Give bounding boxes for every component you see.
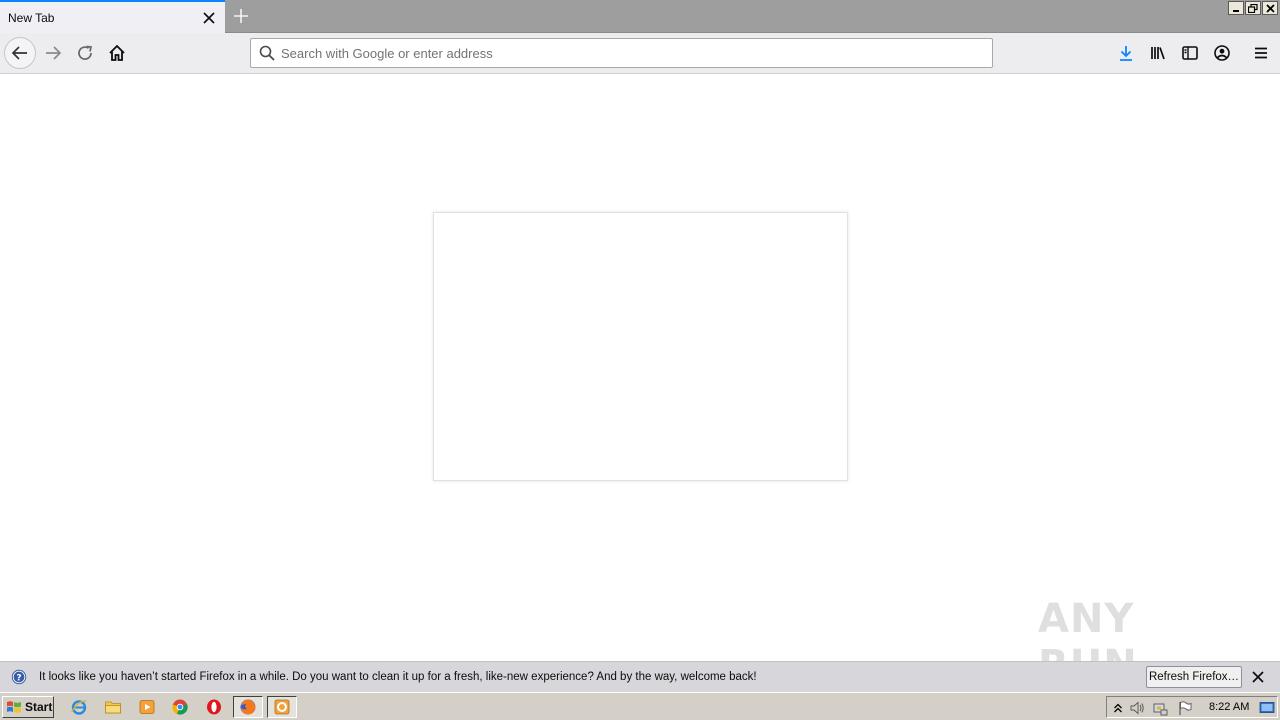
- blank-panel: [433, 212, 848, 481]
- page-content: ANY RUN: [0, 74, 1280, 688]
- menu-icon: [1255, 47, 1267, 59]
- tray-expand-icon[interactable]: [1110, 700, 1126, 716]
- media-player-icon[interactable]: [137, 697, 157, 717]
- tab-close-icon[interactable]: [201, 10, 217, 26]
- address-bar[interactable]: [250, 38, 993, 68]
- show-desktop-icon[interactable]: [1259, 700, 1275, 716]
- refresh-firefox-button[interactable]: Refresh Firefox…: [1146, 666, 1242, 688]
- library-icon: [1151, 47, 1165, 60]
- windows-logo-icon: [7, 701, 21, 713]
- svg-text:?: ?: [16, 674, 21, 684]
- tab-strip: New Tab: [0, 0, 1280, 33]
- home-button[interactable]: [101, 37, 133, 69]
- menu-button[interactable]: [1245, 37, 1277, 69]
- action-center-flag-icon[interactable]: [1177, 700, 1193, 716]
- library-button[interactable]: [1142, 37, 1174, 69]
- search-icon: [259, 45, 275, 61]
- account-icon: [1214, 45, 1230, 61]
- forward-icon: [46, 46, 62, 60]
- tab-title: New Tab: [8, 10, 55, 25]
- opera-icon[interactable]: [204, 697, 224, 717]
- forward-button[interactable]: [37, 37, 69, 69]
- clock: 8:22 AM: [1209, 701, 1250, 713]
- restore-icon[interactable]: [1245, 1, 1261, 15]
- start-button[interactable]: Start: [2, 696, 54, 718]
- back-icon: [11, 46, 27, 60]
- question-icon: ?: [11, 669, 27, 685]
- chrome-icon[interactable]: [170, 697, 190, 717]
- internet-explorer-icon[interactable]: [69, 697, 89, 717]
- sidebar-icon: [1182, 46, 1198, 60]
- new-tab-plus-icon[interactable]: [229, 4, 253, 28]
- back-button[interactable]: [4, 37, 36, 69]
- home-icon: [109, 44, 125, 61]
- close-window-icon[interactable]: [1262, 1, 1278, 15]
- outlook-icon[interactable]: [272, 697, 292, 717]
- window-controls: [1228, 1, 1278, 15]
- system-tray: 8:22 AM: [1106, 696, 1278, 718]
- minimize-icon[interactable]: [1228, 1, 1244, 15]
- volume-icon[interactable]: [1129, 700, 1145, 716]
- notification-close-icon[interactable]: [1250, 669, 1266, 685]
- download-icon: [1120, 46, 1132, 61]
- navigation-toolbar: [0, 33, 1280, 74]
- address-input[interactable]: [281, 45, 971, 61]
- account-button[interactable]: [1206, 37, 1238, 69]
- tab-new-tab[interactable]: New Tab: [0, 0, 225, 33]
- downloads-button[interactable]: [1110, 37, 1142, 69]
- file-explorer-icon[interactable]: [103, 697, 123, 717]
- taskbar: Start 8:22 AM: [0, 692, 1280, 720]
- start-label: Start: [25, 700, 53, 714]
- notification-message: It looks like you haven’t started Firefo…: [39, 671, 757, 683]
- notification-bar: ? It looks like you haven’t started Fire…: [0, 661, 1280, 692]
- network-icon[interactable]: [1152, 700, 1168, 716]
- sidebar-button[interactable]: [1174, 37, 1206, 69]
- firefox-icon[interactable]: [238, 697, 258, 717]
- reload-icon: [78, 45, 93, 60]
- reload-button[interactable]: [69, 37, 101, 69]
